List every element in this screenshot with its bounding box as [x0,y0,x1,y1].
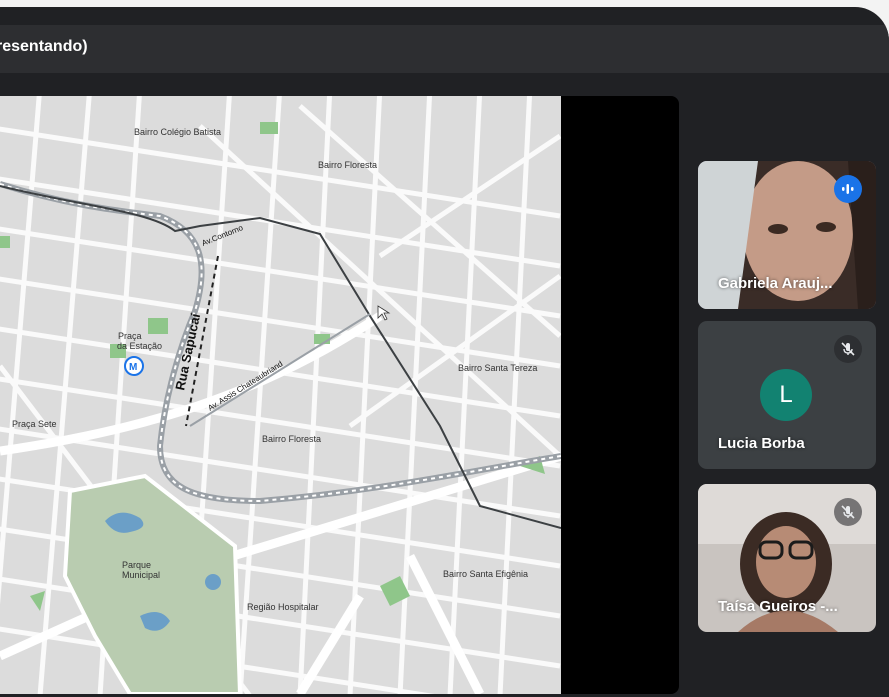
label-praca-sete: Praça Sete [12,419,57,429]
metro-label: M [129,362,137,373]
label-colegio-batista: Bairro Colégio Batista [134,127,221,137]
label-parque-2: Municipal [122,570,160,580]
label-floresta-mid: Bairro Floresta [262,434,321,444]
shared-screen[interactable]: Bairro Colégio Batista Bairro Floresta A… [0,96,679,694]
presentation-header: resentando) [0,25,889,73]
label-praca-estacao-2: da Estação [117,341,162,351]
label-santa-tereza: Bairro Santa Tereza [458,363,537,373]
label-parque-1: Parque [122,560,151,570]
mic-off-icon [834,498,862,526]
presentation-title: resentando) [0,38,88,55]
metro-icon: M [124,356,144,376]
shared-map: Bairro Colégio Batista Bairro Floresta A… [0,96,561,694]
label-floresta-top: Bairro Floresta [318,160,377,170]
participant-tile-taisa[interactable]: Taísa Gueiros -... [698,484,876,632]
avatar: L [760,369,812,421]
participant-name: Gabriela Arauj... [718,275,833,292]
participant-tile-gabriela[interactable]: Gabriela Arauj... [698,161,876,309]
speaking-icon [834,175,862,203]
label-regiao-hospitalar: Região Hospitalar [247,602,319,612]
participant-tile-lucia[interactable]: L Lucia Borba [698,321,876,469]
meeting-window: resentando) Bairro Colégio Batista Bairr… [0,7,889,697]
participant-name: Lucia Borba [718,435,805,452]
label-praca-estacao-1: Praça [118,331,142,341]
label-santa-efigenia: Bairro Santa Efigênia [443,569,528,579]
participant-name: Taísa Gueiros -... [718,598,838,615]
mic-off-icon [834,335,862,363]
